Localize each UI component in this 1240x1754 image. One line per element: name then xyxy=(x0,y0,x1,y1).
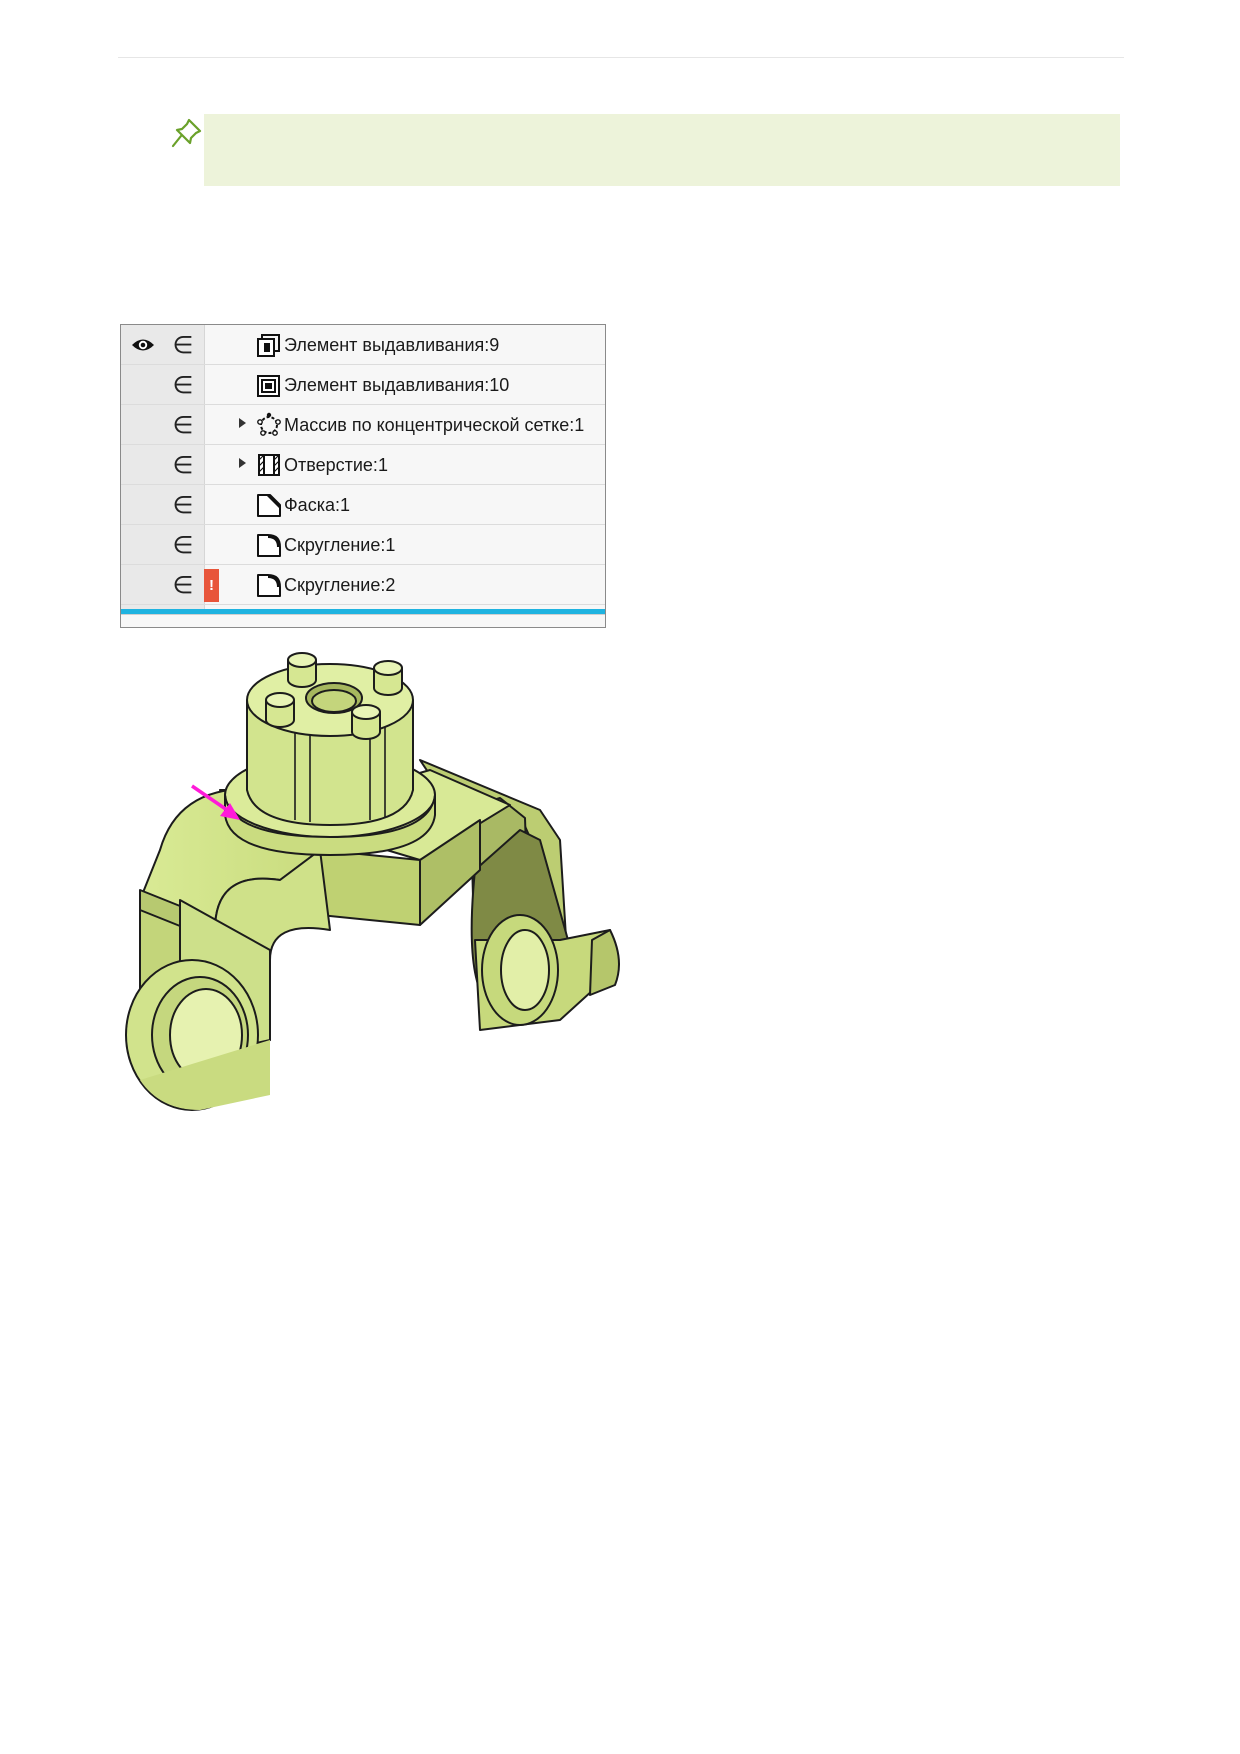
membership-icon[interactable]: ∈ xyxy=(171,531,195,559)
membership-icon[interactable]: ∈ xyxy=(171,331,195,359)
extrusion-icon xyxy=(257,375,280,397)
tree-row[interactable]: ∈ ! Скругление:2 xyxy=(121,565,605,605)
part-model-illustration xyxy=(125,652,620,1111)
feature-label[interactable]: Массив по концентрической сетке:1 xyxy=(284,405,584,445)
feature-tree: ∈ Элемент выдавливания:9 ∈ Элемент выдав… xyxy=(120,324,606,628)
note-box xyxy=(204,114,1120,186)
membership-icon[interactable]: ∈ xyxy=(171,411,195,439)
feature-label[interactable]: Скругление:2 xyxy=(284,565,395,605)
feature-label[interactable]: Элемент выдавливания:10 xyxy=(284,365,509,405)
page-top-rule xyxy=(118,57,1124,58)
tree-row[interactable]: ∈ Отверстие:1 xyxy=(121,445,605,485)
eye-icon[interactable] xyxy=(131,337,155,353)
expand-arrow-icon[interactable] xyxy=(239,418,246,428)
fillet-icon xyxy=(257,574,281,597)
tree-row[interactable]: ∈ Элемент выдавливания:10 xyxy=(121,365,605,405)
feature-label[interactable]: Элемент выдавливания:9 xyxy=(284,325,499,365)
membership-icon[interactable]: ∈ xyxy=(171,371,195,399)
feature-label[interactable]: Фаска:1 xyxy=(284,485,350,525)
tree-row[interactable]: ∈ Массив по концентрической сетке:1 xyxy=(121,405,605,445)
tree-row[interactable]: ∈ Фаска:1 xyxy=(121,485,605,525)
chamfer-icon xyxy=(257,494,281,517)
feature-label[interactable]: Скругление:1 xyxy=(284,525,395,565)
feature-label[interactable]: Отверстие:1 xyxy=(284,445,388,485)
tree-row[interactable]: ∈ Скругление:1 xyxy=(121,525,605,565)
circular-pattern-icon xyxy=(257,412,281,436)
pushpin-icon xyxy=(171,118,202,148)
warning-badge[interactable]: ! xyxy=(204,569,219,602)
membership-icon[interactable]: ∈ xyxy=(171,491,195,519)
extrusion-icon xyxy=(257,334,280,357)
membership-icon[interactable]: ∈ xyxy=(171,451,195,479)
hole-icon xyxy=(258,454,280,476)
membership-icon[interactable]: ∈ xyxy=(171,571,195,599)
fillet-icon xyxy=(257,534,281,557)
tree-bottom-rule xyxy=(121,614,605,615)
tree-row[interactable]: ∈ Элемент выдавливания:9 xyxy=(121,325,605,365)
expand-arrow-icon[interactable] xyxy=(239,458,246,468)
